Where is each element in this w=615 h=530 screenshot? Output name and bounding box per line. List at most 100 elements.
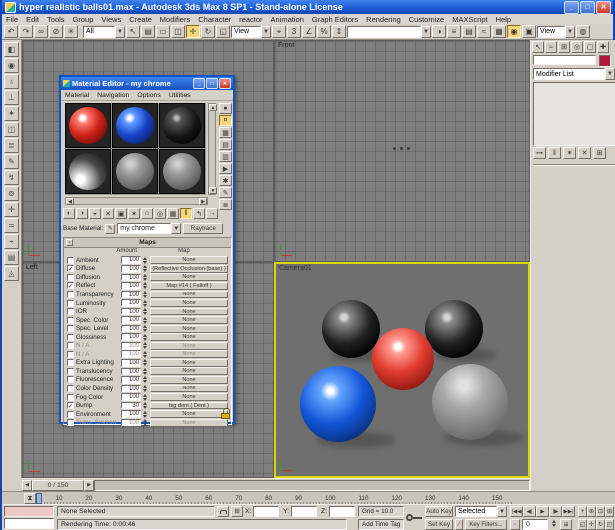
slots-vertical-scrollbar[interactable]: ▲ ▼ <box>208 103 216 195</box>
map-slot-button[interactable]: None <box>150 376 228 384</box>
map-amount-field[interactable]: 100 <box>121 308 141 316</box>
map-slot-button[interactable]: big dent ( Dent ) <box>150 402 228 410</box>
map-slot-button[interactable]: None <box>150 273 228 281</box>
restore-button[interactable]: □ <box>206 78 218 89</box>
map-amount-field[interactable]: 100 <box>121 376 141 384</box>
render-type-dropdown[interactable]: View▼ <box>537 26 575 38</box>
sphere-red[interactable] <box>372 328 434 390</box>
reference-coordinate-dropdown[interactable]: View▼ <box>231 26 271 38</box>
select-by-material-icon[interactable]: ✎ <box>219 187 232 198</box>
assign-material-to-selection-icon[interactable]: ◒ <box>89 208 101 219</box>
amount-spinner[interactable] <box>141 402 148 410</box>
menu-create[interactable]: Create <box>125 15 156 24</box>
me-menu-utilities[interactable]: Utilities <box>165 92 195 99</box>
sample-uv-tiling-icon[interactable]: ▤ <box>219 139 232 150</box>
sphere-black-right[interactable] <box>425 300 483 358</box>
wave-icon[interactable]: ⌁ <box>4 234 19 249</box>
open-mini-curve-editor-icon[interactable]: ⧗ <box>24 493 36 504</box>
material-name-dropdown[interactable]: my chrome▼ <box>117 223 181 234</box>
material-editor-options-icon[interactable]: ✱ <box>219 175 232 186</box>
undo-icon[interactable]: ↶ <box>4 25 18 38</box>
pencil-icon[interactable]: ✎ <box>4 154 19 169</box>
lock-selection-icon[interactable]: ◧ <box>4 42 19 57</box>
map-amount-field[interactable]: 100 <box>121 342 141 350</box>
render-scene-icon[interactable]: ▣ <box>522 25 536 38</box>
map-amount-field[interactable]: 100 <box>121 325 141 333</box>
map-slot-button[interactable]: None <box>150 350 228 358</box>
grid-icon[interactable]: ▤ <box>4 250 19 265</box>
amount-spinner[interactable] <box>141 342 148 350</box>
map-amount-field[interactable]: 100 <box>121 419 141 427</box>
object-name-field[interactable] <box>533 55 596 65</box>
map-enable-checkbox[interactable] <box>67 291 74 298</box>
hold-icon[interactable]: ◉ <box>4 58 19 73</box>
amount-spinner[interactable] <box>141 282 148 290</box>
map-enable-checkbox[interactable] <box>67 411 74 418</box>
map-amount-field[interactable]: 100 <box>121 316 141 324</box>
map-slot-button[interactable]: None <box>150 342 228 350</box>
show-end-result-icon[interactable]: ‖ <box>548 147 561 159</box>
previous-frame-icon[interactable]: ◀| <box>523 506 536 517</box>
map-slot-button[interactable]: None <box>150 291 228 299</box>
show-map-in-viewport-icon[interactable]: ▦ <box>167 208 179 219</box>
map-amount-field[interactable]: 100 <box>121 256 141 264</box>
map-enable-checkbox[interactable] <box>67 282 74 289</box>
amount-spinner[interactable] <box>141 256 148 264</box>
zoom-icon[interactable]: + <box>578 506 587 517</box>
amount-spinner[interactable] <box>141 410 148 418</box>
put-material-to-scene-icon[interactable]: ◑ <box>76 208 88 219</box>
current-frame-field[interactable]: 0 <box>522 519 548 530</box>
amount-spinner[interactable] <box>141 419 148 427</box>
amount-spinner[interactable] <box>141 384 148 392</box>
redo-icon[interactable]: ↷ <box>19 25 33 38</box>
chevron-down-icon[interactable]: ▼ <box>605 68 615 80</box>
rectangular-region-icon[interactable]: ▭ <box>156 25 170 38</box>
show-end-result-icon[interactable]: ‖ <box>180 208 192 219</box>
mirror-icon[interactable]: ◑ <box>432 25 446 38</box>
percent-snap-icon[interactable]: % <box>317 25 331 38</box>
align-bars-icon[interactable]: ≍ <box>4 218 19 233</box>
set-key-button[interactable]: Set Key <box>425 519 453 530</box>
arc-rotate-icon[interactable]: ↻ <box>596 519 605 530</box>
menu-group[interactable]: Group <box>69 15 98 24</box>
layers-icon[interactable]: ≣ <box>4 138 19 153</box>
unlink-selection-icon[interactable]: ⊘ <box>49 25 63 38</box>
macro-recorder-field[interactable] <box>4 506 54 517</box>
amount-spinner[interactable] <box>141 273 148 281</box>
map-slot-button[interactable]: None <box>150 256 228 264</box>
map-slot-button[interactable]: None <box>150 316 228 324</box>
me-menu-options[interactable]: Options <box>133 92 164 99</box>
viewport-label[interactable]: Left <box>26 264 38 271</box>
normal-align-icon[interactable]: ⊥ <box>4 90 19 105</box>
scroll-up-icon[interactable]: ▲ <box>209 104 217 111</box>
maximize-button[interactable]: □ <box>580 1 595 14</box>
chevron-down-icon[interactable]: ▼ <box>565 26 575 38</box>
map-enable-checkbox[interactable] <box>67 402 74 409</box>
backlight-icon[interactable]: ¤ <box>219 115 232 126</box>
map-enable-checkbox[interactable] <box>67 385 74 392</box>
frame-spinner[interactable] <box>550 519 557 527</box>
select-and-scale-icon[interactable]: ◱ <box>216 25 230 38</box>
make-preview-icon[interactable]: ▶ <box>219 163 232 174</box>
map-amount-field[interactable]: 30 <box>121 402 141 410</box>
collapse-icon[interactable]: - <box>66 239 73 246</box>
amount-spinner[interactable] <box>141 290 148 298</box>
map-slot-button[interactable]: None <box>150 325 228 333</box>
map-enable-checkbox[interactable] <box>67 342 74 349</box>
menu-tools[interactable]: Tools <box>43 15 69 24</box>
map-amount-field[interactable]: 100 <box>121 274 141 282</box>
sample-slot-gray-2[interactable] <box>159 149 205 194</box>
menu-reactor[interactable]: reactor <box>235 15 266 24</box>
viewport-front[interactable]: Front <box>274 40 530 262</box>
tab-display[interactable]: ▢ <box>584 41 596 53</box>
map-amount-field[interactable]: 100 <box>121 359 141 367</box>
select-by-name-icon[interactable]: ▤ <box>141 25 155 38</box>
gear-icon[interactable]: ⊚ <box>4 186 19 201</box>
configure-modifier-sets-icon[interactable]: ⊞ <box>593 147 606 159</box>
menu-modifiers[interactable]: Modifiers <box>156 15 194 24</box>
map-slot-button[interactable]: None <box>150 308 228 316</box>
sample-slot-blue[interactable] <box>112 103 158 148</box>
menu-edit[interactable]: Edit <box>22 15 43 24</box>
map-amount-field[interactable]: 100 <box>121 350 141 358</box>
fetch-icon[interactable]: ♁ <box>4 74 19 89</box>
